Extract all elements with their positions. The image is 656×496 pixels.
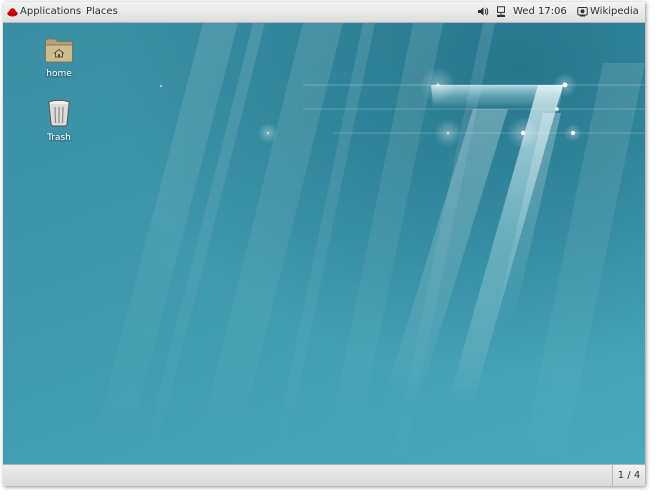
workspace-switcher[interactable]: 1 / 4	[612, 465, 645, 486]
redhat-logo-icon[interactable]	[7, 7, 18, 17]
desktop-icon-home[interactable]: home	[29, 37, 89, 79]
folder-home-icon	[29, 37, 89, 66]
desktop-icon-label: home	[46, 69, 72, 79]
desktop-icon-trash[interactable]: Trash	[29, 99, 89, 143]
desktop-icon-label: Trash	[47, 133, 71, 143]
network-icon[interactable]	[496, 6, 506, 18]
desktop[interactable]: home Trash	[3, 23, 645, 464]
places-menu[interactable]: Places	[86, 2, 118, 22]
wallpaper	[88, 23, 645, 464]
trash-icon	[29, 99, 89, 130]
applications-menu[interactable]: Applications	[20, 2, 81, 22]
top-panel: Applications Places Wed 17:06 Wikipedia	[3, 2, 645, 23]
active-window-title[interactable]: Wikipedia	[590, 2, 639, 22]
screen: Applications Places Wed 17:06 Wikipedia …	[3, 2, 645, 486]
volume-icon[interactable]	[477, 6, 489, 17]
clock[interactable]: Wed 17:06	[513, 2, 567, 22]
bottom-panel: 1 / 4	[3, 464, 645, 486]
browser-window-icon[interactable]	[577, 6, 588, 17]
